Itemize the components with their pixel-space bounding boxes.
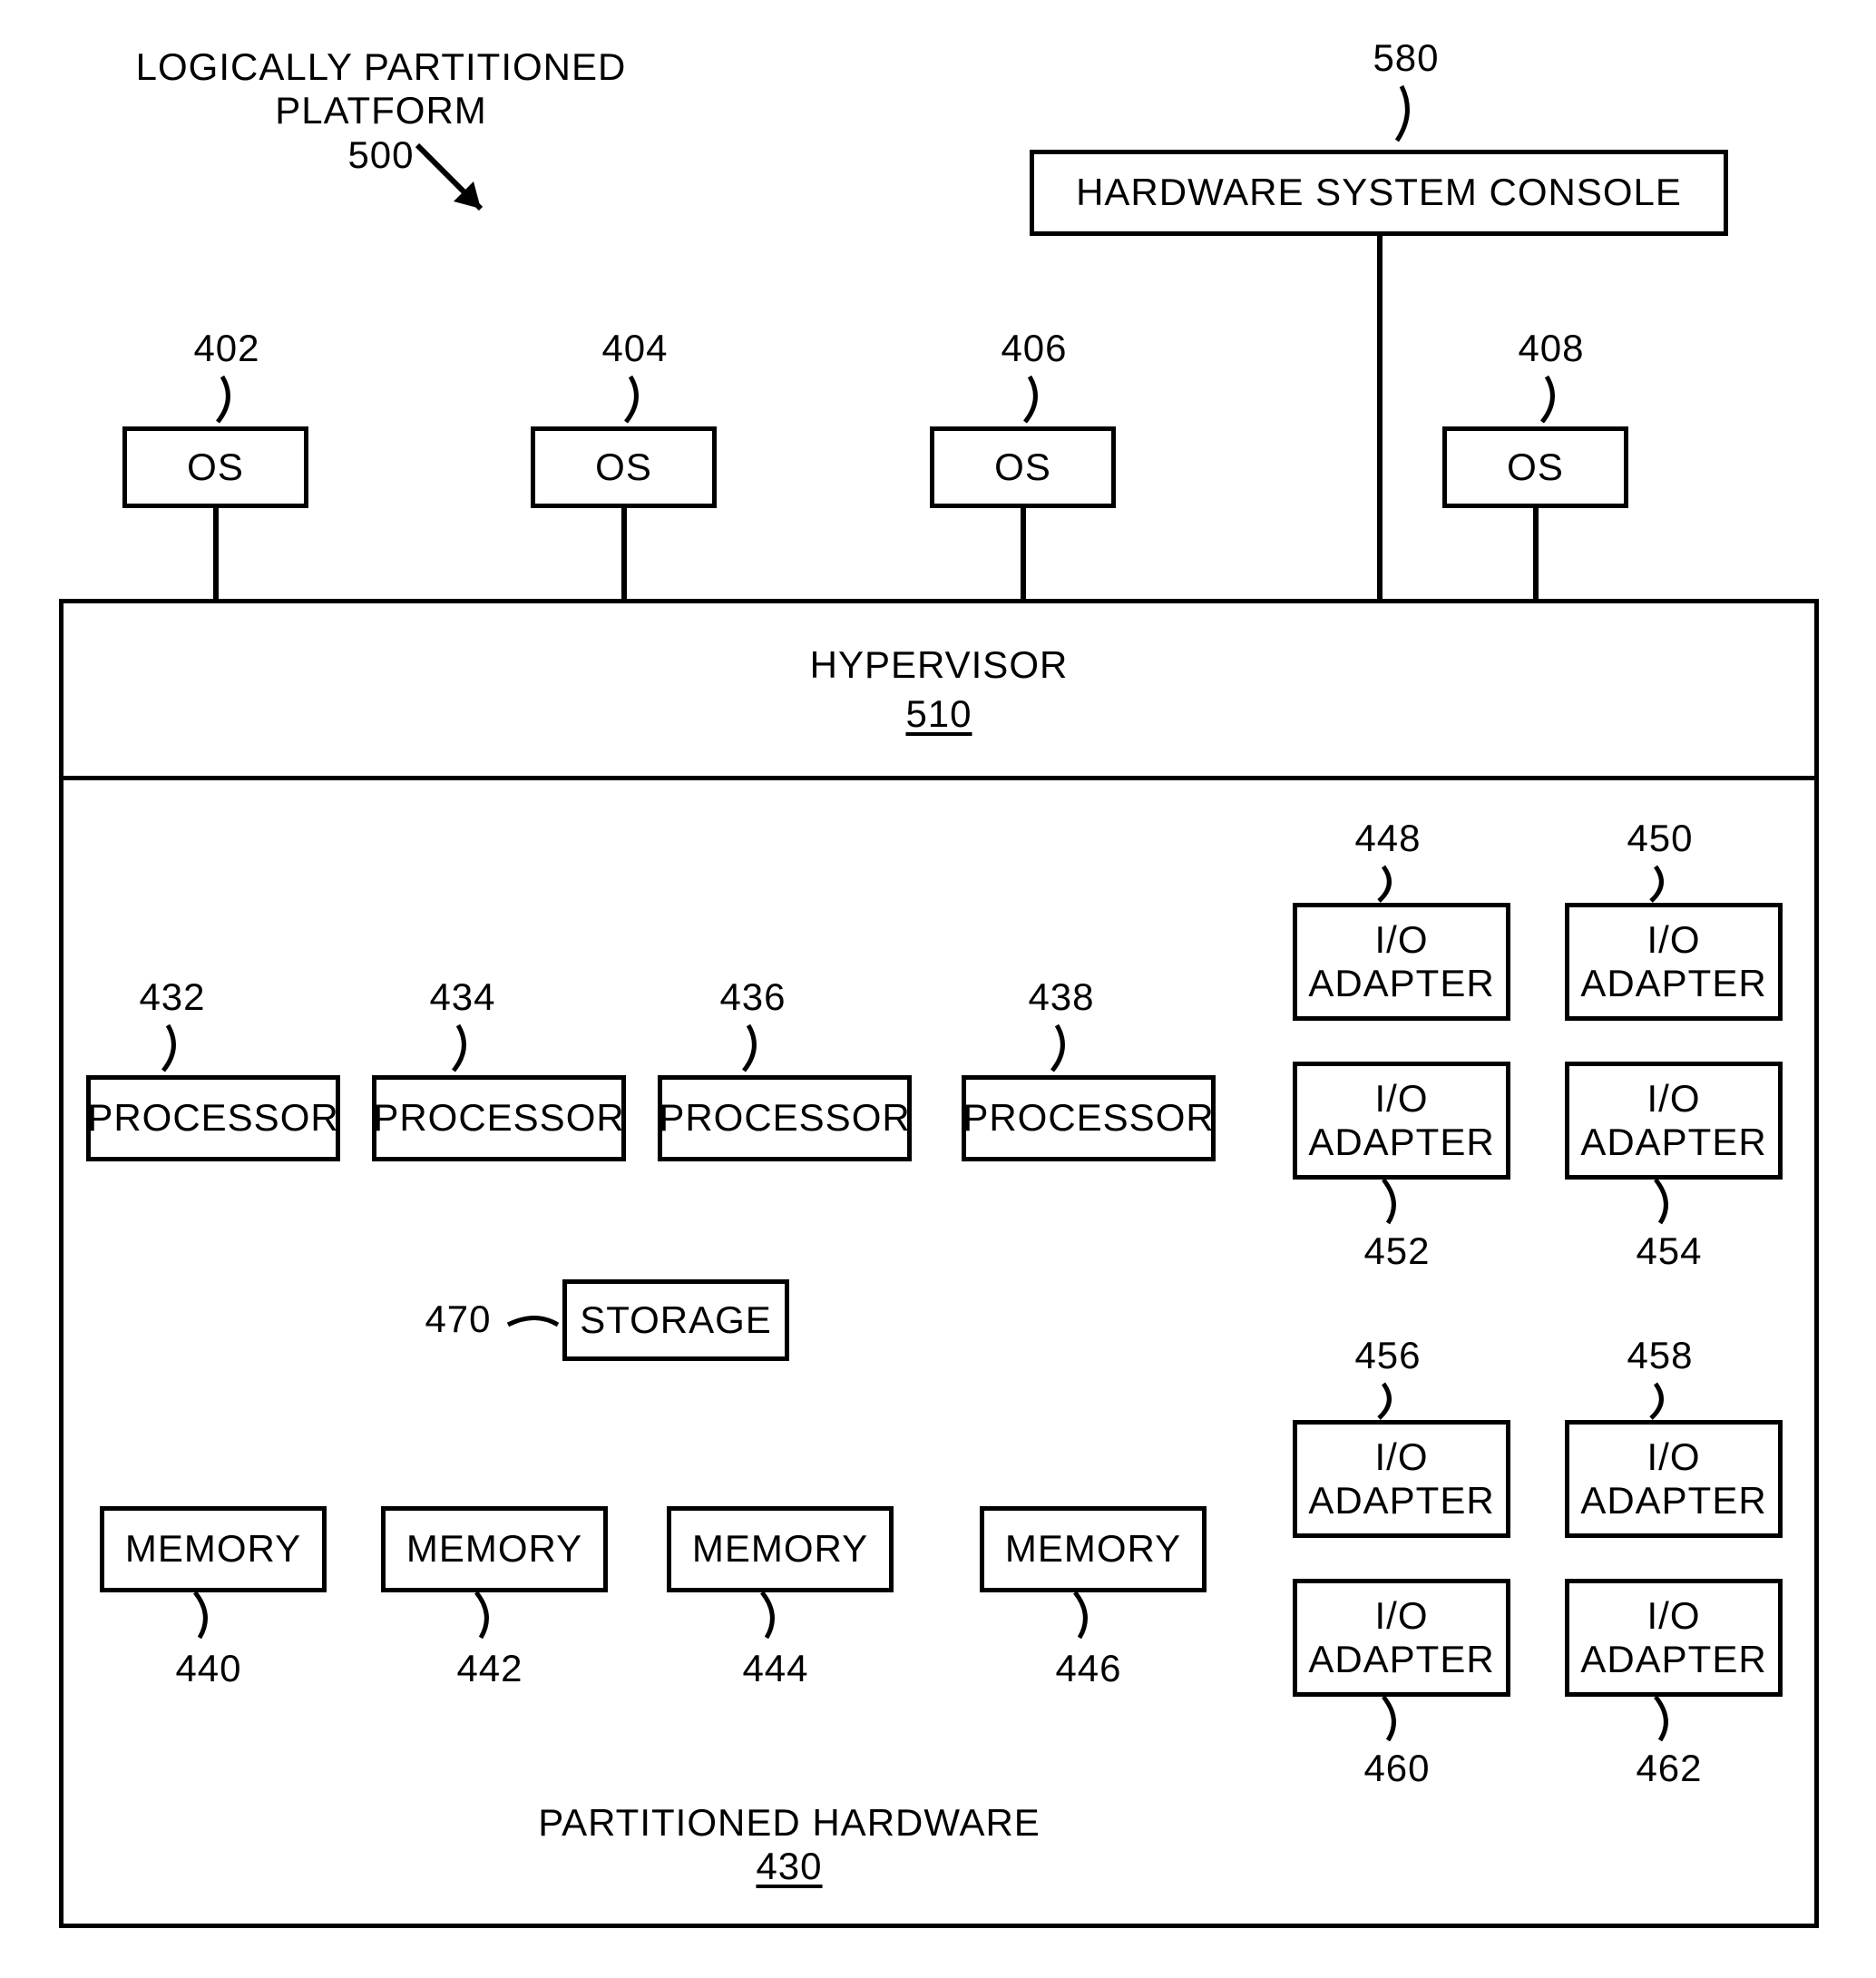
io-box-2: I/O ADAPTER — [1293, 1062, 1510, 1180]
storage-label: STORAGE — [580, 1298, 772, 1342]
io-box-7: I/O ADAPTER — [1565, 1579, 1783, 1697]
io-ref-2: 452 — [1343, 1229, 1451, 1273]
proc-label-1: PROCESSOR — [373, 1096, 624, 1140]
console-lead — [1392, 86, 1429, 150]
os-lead-0 — [213, 377, 249, 426]
proc-box-3: PROCESSOR — [962, 1075, 1216, 1161]
partitioned-hw-box — [59, 776, 1819, 1928]
partitioned-hw-ref: 430 — [535, 1845, 1043, 1888]
mem-box-0: MEMORY — [100, 1506, 327, 1592]
os-ref-1: 404 — [581, 327, 689, 370]
console-box: HARDWARE SYSTEM CONSOLE — [1030, 150, 1728, 236]
os-label-2: OS — [994, 446, 1051, 489]
hypervisor-ref: 510 — [905, 692, 972, 736]
os-lead-2 — [1021, 377, 1057, 426]
os-label-3: OS — [1507, 446, 1564, 489]
console-label: HARDWARE SYSTEM CONSOLE — [1076, 171, 1682, 214]
mem-ref-3: 446 — [1034, 1647, 1143, 1690]
os-down-1 — [621, 508, 627, 599]
partitioned-hw-label: PARTITIONED HARDWARE 430 — [535, 1801, 1043, 1889]
proc-ref-3: 438 — [1007, 975, 1116, 1019]
proc-ref-2: 436 — [699, 975, 807, 1019]
storage-box: STORAGE — [562, 1279, 789, 1361]
io-box-1: I/O ADAPTER — [1565, 903, 1783, 1021]
io-box-4: I/O ADAPTER — [1293, 1420, 1510, 1538]
os-box-3: OS — [1442, 426, 1628, 508]
io-ref-0: 448 — [1334, 817, 1442, 860]
io-ref-5: 458 — [1606, 1334, 1715, 1377]
io-ref-7: 462 — [1615, 1747, 1724, 1790]
storage-ref: 470 — [404, 1297, 513, 1341]
io-label-6: I/O ADAPTER — [1308, 1594, 1494, 1682]
mem-label-3: MEMORY — [1005, 1527, 1181, 1571]
os-down-0 — [213, 508, 219, 599]
os-down-3 — [1533, 508, 1539, 599]
proc-label-2: PROCESSOR — [659, 1096, 910, 1140]
io-box-3: I/O ADAPTER — [1565, 1062, 1783, 1180]
hypervisor-label: HYPERVISOR — [810, 643, 1069, 687]
os-ref-0: 402 — [172, 327, 281, 370]
mem-ref-2: 444 — [721, 1647, 830, 1690]
diagram-root: LOGICALLY PARTITIONED PLATFORM 500 580 H… — [27, 27, 1849, 1951]
os-down-2 — [1021, 508, 1026, 599]
proc-ref-0: 432 — [118, 975, 227, 1019]
os-box-0: OS — [122, 426, 308, 508]
mem-label-2: MEMORY — [692, 1527, 868, 1571]
mem-box-3: MEMORY — [980, 1506, 1207, 1592]
io-box-0: I/O ADAPTER — [1293, 903, 1510, 1021]
io-ref-3: 454 — [1615, 1229, 1724, 1273]
os-box-2: OS — [930, 426, 1116, 508]
os-ref-2: 406 — [980, 327, 1089, 370]
io-label-0: I/O ADAPTER — [1308, 918, 1494, 1006]
console-down — [1377, 236, 1383, 599]
title-label: LOGICALLY PARTITIONED PLATFORM 500 — [73, 45, 689, 177]
io-label-4: I/O ADAPTER — [1308, 1435, 1494, 1523]
os-ref-3: 408 — [1497, 327, 1606, 370]
io-ref-4: 456 — [1334, 1334, 1442, 1377]
os-lead-1 — [621, 377, 658, 426]
io-ref-1: 450 — [1606, 817, 1715, 860]
io-box-5: I/O ADAPTER — [1565, 1420, 1783, 1538]
mem-box-1: MEMORY — [381, 1506, 608, 1592]
mem-ref-1: 442 — [435, 1647, 544, 1690]
hypervisor-box: HYPERVISOR 510 — [59, 599, 1819, 780]
mem-label-0: MEMORY — [125, 1527, 301, 1571]
io-box-6: I/O ADAPTER — [1293, 1579, 1510, 1697]
proc-box-1: PROCESSOR — [372, 1075, 626, 1161]
title-ref: 500 — [73, 133, 689, 177]
mem-ref-0: 440 — [154, 1647, 263, 1690]
partitioned-hw-text: PARTITIONED HARDWARE — [535, 1801, 1043, 1845]
io-label-7: I/O ADAPTER — [1580, 1594, 1766, 1682]
io-label-5: I/O ADAPTER — [1580, 1435, 1766, 1523]
proc-box-0: PROCESSOR — [86, 1075, 340, 1161]
proc-label-3: PROCESSOR — [962, 1096, 1214, 1140]
os-box-1: OS — [531, 426, 717, 508]
proc-box-2: PROCESSOR — [658, 1075, 912, 1161]
title-text: LOGICALLY PARTITIONED PLATFORM — [73, 45, 689, 133]
mem-label-1: MEMORY — [406, 1527, 582, 1571]
os-label-1: OS — [595, 446, 652, 489]
io-label-1: I/O ADAPTER — [1580, 918, 1766, 1006]
io-label-3: I/O ADAPTER — [1580, 1077, 1766, 1165]
proc-label-0: PROCESSOR — [87, 1096, 338, 1140]
console-ref: 580 — [1352, 36, 1461, 80]
os-lead-3 — [1538, 377, 1574, 426]
os-label-0: OS — [187, 446, 244, 489]
proc-ref-1: 434 — [408, 975, 517, 1019]
io-label-2: I/O ADAPTER — [1308, 1077, 1494, 1165]
mem-box-2: MEMORY — [667, 1506, 894, 1592]
io-ref-6: 460 — [1343, 1747, 1451, 1790]
